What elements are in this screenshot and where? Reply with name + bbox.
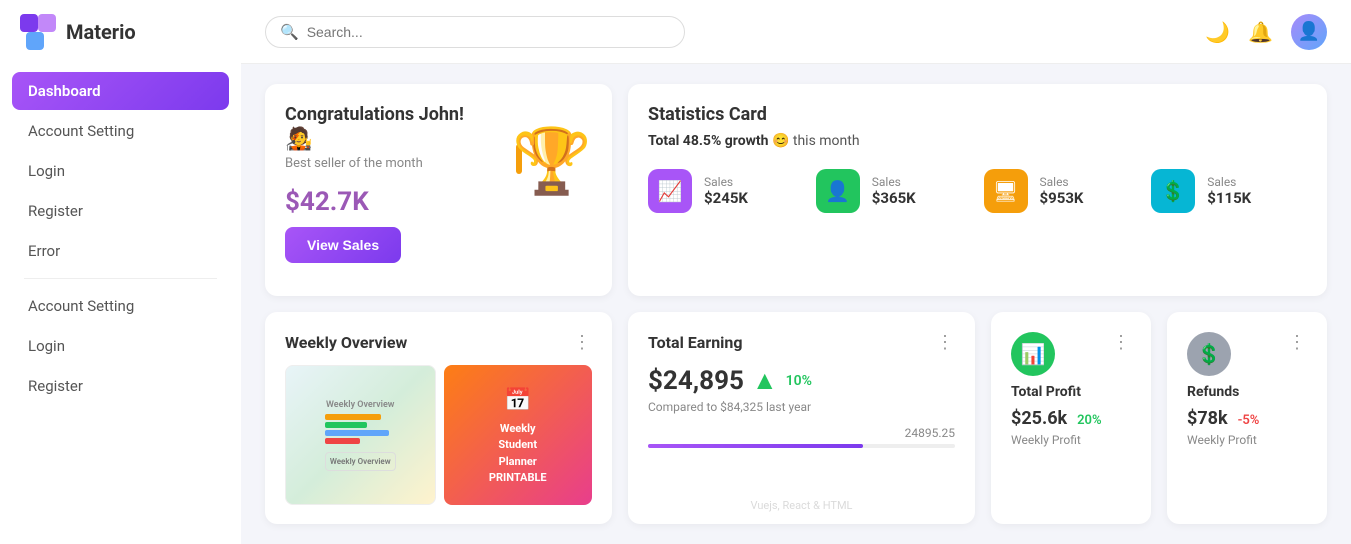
stat-icon-sales-2: 👤 [816, 169, 860, 213]
stats-growth-text: Total 48.5% growth [648, 133, 768, 149]
profit-header: 📊 ⋮ [1011, 332, 1131, 384]
statistics-card: Statistics Card Total 48.5% growth 😊 thi… [628, 84, 1327, 296]
earning-bar-container: 24895.25 [648, 426, 955, 448]
refunds-amount-row: $78k -5% [1187, 408, 1307, 429]
earning-arrow: ▲ [752, 365, 778, 396]
total-earning-menu[interactable]: ⋮ [936, 332, 955, 353]
dark-mode-icon[interactable]: 🌙 [1205, 20, 1230, 44]
stat-info-3: Sales $953K [1040, 175, 1084, 207]
sidebar-logo: Materio [0, 0, 241, 64]
stats-growth-emoji: 😊 [772, 133, 789, 149]
total-earning-card: Total Earning ⋮ $24,895 ▲ 10% Compared t… [628, 312, 975, 524]
weekly-img-2: 📅 WeeklyStudentPlannerPRINTABLE [444, 365, 593, 505]
earning-bar [648, 444, 955, 448]
avatar[interactable]: 👤 [1291, 14, 1327, 50]
stats-grid: 📈 Sales $245K 👤 Sales $365K 🖥 [648, 169, 1307, 213]
stat-item-sales-2: 👤 Sales $365K [816, 169, 972, 213]
profit-title: Total Profit [1011, 384, 1131, 400]
view-sales-button[interactable]: View Sales [285, 227, 401, 263]
sidebar-item-dashboard[interactable]: Dashboard [12, 72, 229, 110]
total-earning-header: Total Earning ⋮ [648, 332, 955, 353]
stat-info-4: Sales $115K [1207, 175, 1251, 207]
sidebar-item-error[interactable]: Error [12, 232, 229, 270]
profit-amount: $25.6k [1011, 408, 1067, 429]
profit-icon: 📊 [1011, 332, 1055, 376]
stats-growth: Total 48.5% growth 😊 this month [648, 133, 1307, 149]
profit-amount-row: $25.6k 20% [1011, 408, 1131, 429]
stat-item-sales-1: 📈 Sales $245K [648, 169, 804, 213]
search-bar[interactable]: 🔍 [265, 16, 685, 48]
earning-amount: $24,895 ▲ 10% [648, 365, 955, 396]
refunds-card: 💲 ⋮ Refunds $78k -5% Weekly Profit [1167, 312, 1327, 524]
weekly-images: Weekly Overview Weekly Overview [285, 365, 592, 505]
weekly-overview-card: Weekly Overview ⋮ Weekly Overview [265, 312, 612, 524]
profit-menu[interactable]: ⋮ [1112, 332, 1131, 353]
refunds-title: Refunds [1187, 384, 1307, 400]
trophy-icon: 🏆 [512, 124, 592, 199]
header: 🔍 🌙 🔔 👤 [241, 0, 1351, 64]
stat-icon-sales-3: 🖥 [984, 169, 1028, 213]
refunds-amount: $78k [1187, 408, 1228, 429]
weekly-img-1: Weekly Overview Weekly Overview [285, 365, 436, 505]
notification-icon[interactable]: 🔔 [1248, 20, 1273, 44]
profit-label: Weekly Profit [1011, 433, 1131, 447]
refunds-menu[interactable]: ⋮ [1288, 332, 1307, 353]
materio-logo-icon [20, 14, 56, 50]
main-area: 🔍 🌙 🔔 👤 Congratulations John! 🧑‍🎤 Best s… [241, 0, 1351, 544]
stat-icon-sales-4: 💲 [1151, 169, 1195, 213]
stat-icon-sales-1: 📈 [648, 169, 692, 213]
refunds-header: 💲 ⋮ [1187, 332, 1307, 384]
watermark-line1: Vuejs, React & HTML [751, 499, 853, 512]
refunds-icon: 💲 [1187, 332, 1231, 376]
earning-bar-fill [648, 444, 863, 448]
stats-this-month: this month [793, 133, 860, 149]
profit-percent: 20% [1077, 413, 1101, 428]
stats-title: Statistics Card [648, 104, 1307, 125]
nav-divider [24, 278, 217, 279]
header-actions: 🌙 🔔 👤 [1205, 14, 1327, 50]
sidebar-nav: Dashboard Account Setting Login Register… [0, 64, 241, 413]
sidebar-item-login-2[interactable]: Login [12, 327, 229, 365]
earning-percent: 10% [786, 373, 812, 389]
sidebar: Materio Dashboard Account Setting Login … [0, 0, 241, 544]
sidebar-item-login-1[interactable]: Login [12, 152, 229, 190]
earning-compare: Compared to $84,325 last year [648, 400, 955, 414]
app-name: Materio [66, 20, 136, 44]
sidebar-item-register-1[interactable]: Register [12, 192, 229, 230]
sidebar-item-register-2[interactable]: Register [12, 367, 229, 405]
total-profit-card: 📊 ⋮ Total Profit $25.6k 20% Weekly Profi… [991, 312, 1151, 524]
stat-item-sales-4: 💲 Sales $115K [1151, 169, 1307, 213]
weekly-overview-header: Weekly Overview ⋮ [285, 332, 592, 353]
congrats-card: Congratulations John! 🧑‍🎤 Best seller of… [265, 84, 612, 296]
search-icon: 🔍 [280, 23, 299, 41]
refunds-percent: -5% [1238, 413, 1260, 428]
stat-info-1: Sales $245K [704, 175, 748, 207]
refunds-label: Weekly Profit [1187, 433, 1307, 447]
search-input[interactable] [307, 24, 670, 40]
content-grid: Congratulations John! 🧑‍🎤 Best seller of… [241, 64, 1351, 544]
total-earning-title: Total Earning [648, 333, 743, 352]
sidebar-item-account-setting-1[interactable]: Account Setting [12, 112, 229, 150]
earning-bar-value: 24895.25 [648, 426, 955, 440]
watermark: Vuejs, React & HTML [751, 499, 853, 512]
sidebar-item-account-setting-2[interactable]: Account Setting [12, 287, 229, 325]
stat-info-2: Sales $365K [872, 175, 916, 207]
stat-item-sales-3: 🖥 Sales $953K [984, 169, 1140, 213]
weekly-overview-title: Weekly Overview [285, 333, 407, 352]
weekly-overview-menu[interactable]: ⋮ [573, 332, 592, 353]
congrats-title: Congratulations John! [285, 104, 592, 125]
